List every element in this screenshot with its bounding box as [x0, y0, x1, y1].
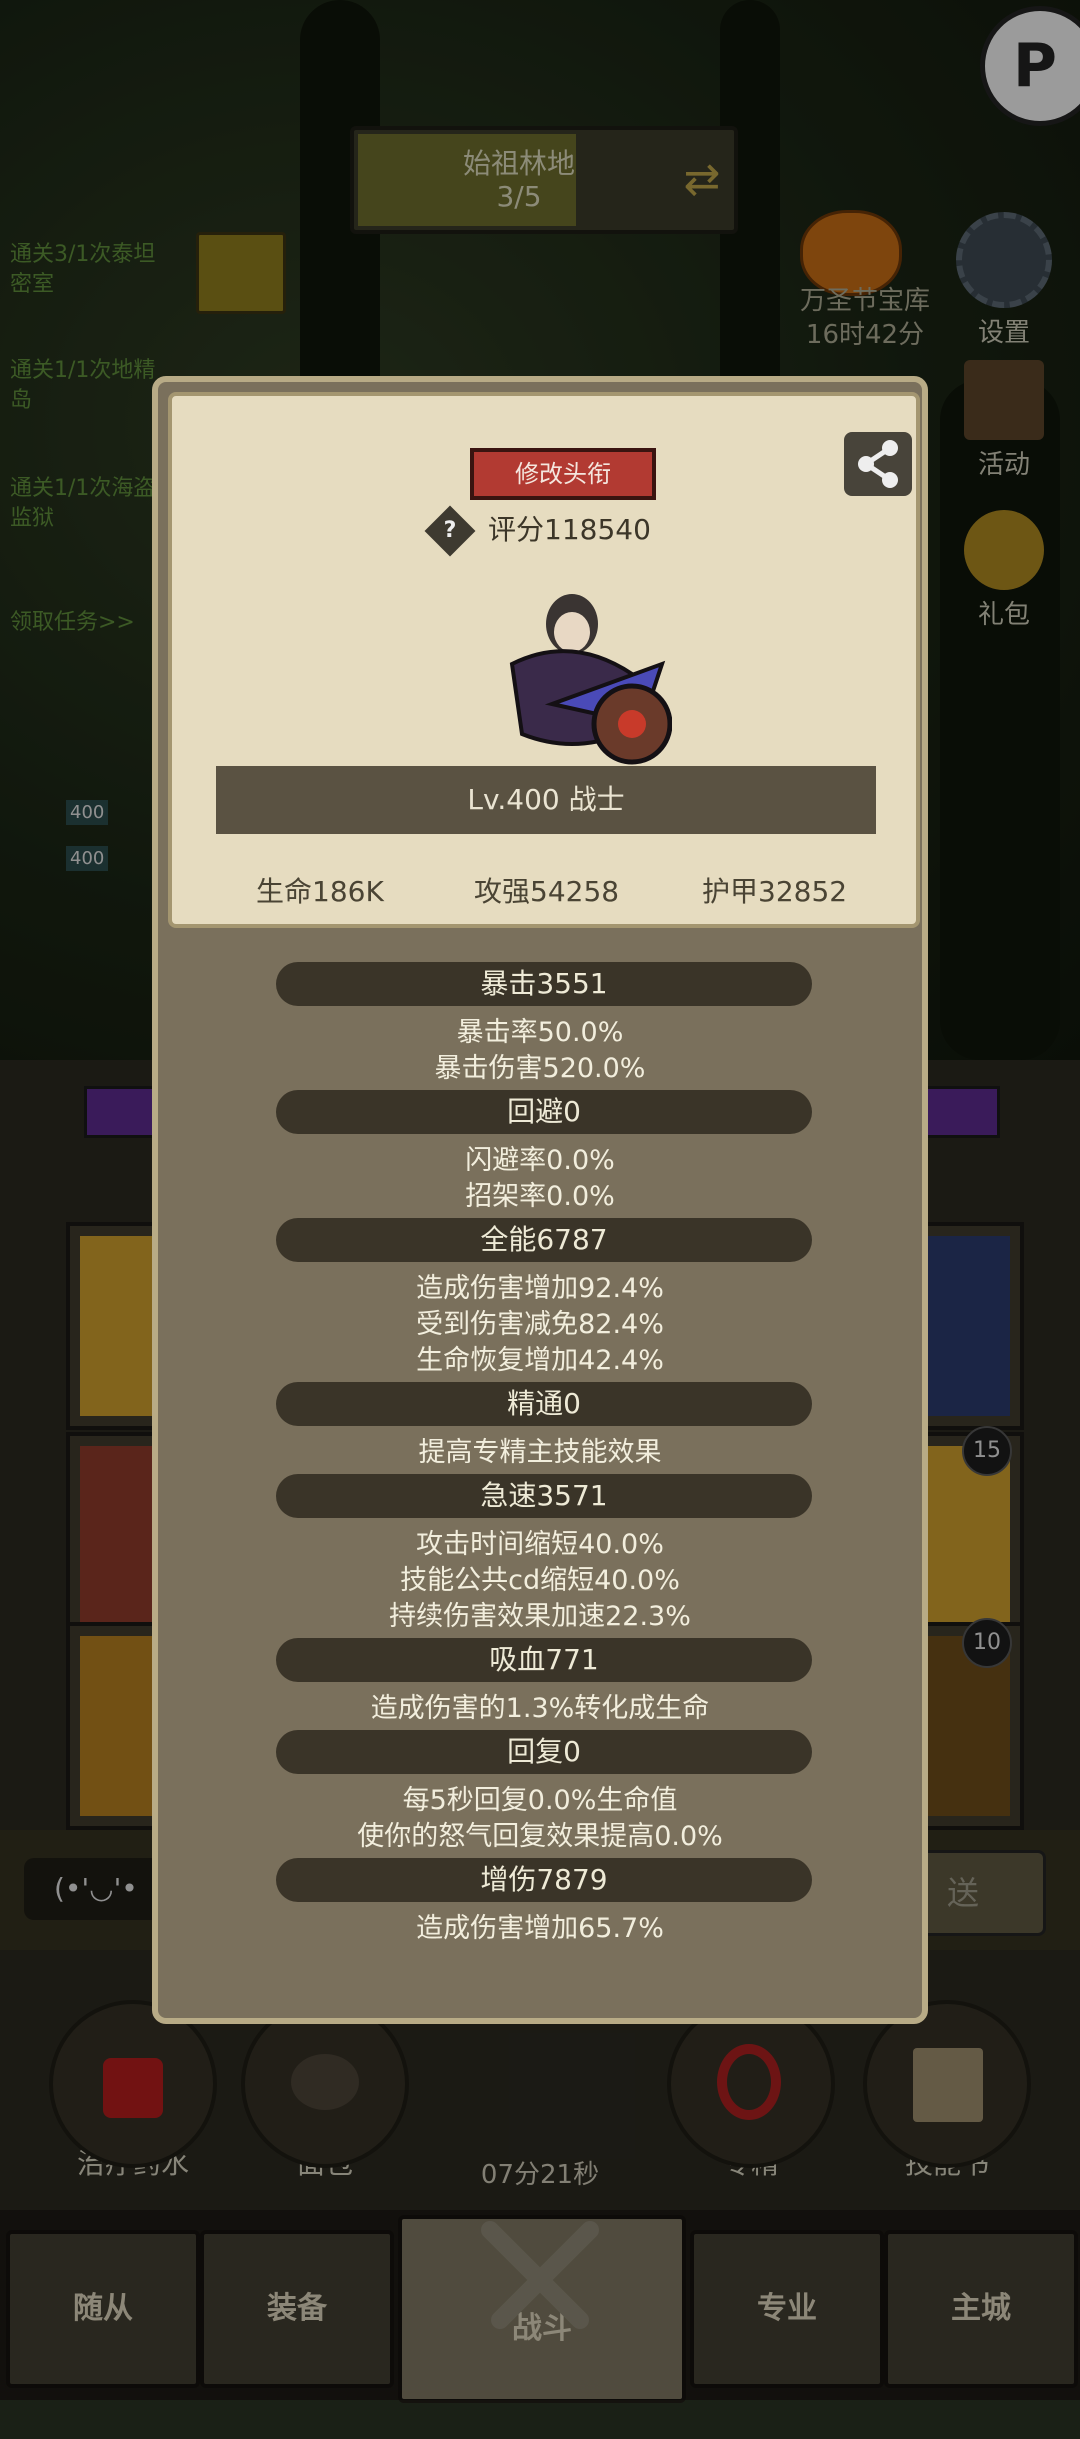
attribute-detail: 技能公共cd缩短40.0%	[400, 1565, 680, 1596]
share-icon	[858, 440, 898, 488]
attribute-detail: 暴击率50.0%	[456, 1017, 624, 1048]
attribute-detail: 受到伤害减免82.4%	[416, 1309, 664, 1340]
attribute-header-crit: 暴击3551	[276, 962, 812, 1006]
attribute-detail: 造成伤害的1.3%转化成生命	[370, 1693, 710, 1724]
score-row: ? 评分118540	[424, 505, 651, 557]
share-button[interactable]	[844, 432, 912, 496]
attribute-detail: 招架率0.0%	[465, 1181, 615, 1212]
attribute-detail: 暴击伤害520.0%	[434, 1053, 646, 1084]
help-icon[interactable]: ?	[424, 505, 476, 557]
attribute-detail: 提高专精主技能效果	[418, 1437, 662, 1468]
attribute-header-lifesteal: 吸血771	[276, 1638, 812, 1682]
attribute-header-avoidance: 回避0	[276, 1090, 812, 1134]
attribute-header-mastery: 精通0	[276, 1382, 812, 1426]
attack-power-stat: 攻强54258	[474, 875, 620, 908]
attribute-detail: 攻击时间缩短40.0%	[416, 1529, 664, 1560]
attribute-detail: 持续伤害效果加速22.3%	[389, 1601, 691, 1632]
attribute-detail: 造成伤害增加92.4%	[416, 1273, 664, 1304]
attribute-detail: 使你的怒气回复效果提高0.0%	[357, 1821, 723, 1852]
attribute-detail: 生命恢复增加42.4%	[416, 1345, 664, 1376]
armor-stat: 护甲32852	[702, 875, 848, 908]
attribute-header-damage-bonus: 增伤7879	[276, 1858, 812, 1902]
level-class-bar: Lv.400 战士	[216, 766, 876, 834]
attribute-detail: 每5秒回复0.0%生命值	[402, 1785, 678, 1816]
character-stats-panel: 修改头衔 ? 评分118540 Lv.400 战士 生命186K 攻强54258 …	[152, 376, 928, 2024]
attribute-header-regen: 回复0	[276, 1730, 812, 1774]
attribute-detail: 造成伤害增加65.7%	[416, 1913, 664, 1944]
attribute-detail: 闪避率0.0%	[465, 1145, 615, 1176]
attribute-header-versatility: 全能6787	[276, 1218, 812, 1262]
score-value: 评分118540	[488, 513, 651, 546]
character-avatar	[509, 594, 672, 765]
health-stat: 生命186K	[256, 875, 384, 908]
character-card: 修改头衔 ? 评分118540 Lv.400 战士 生命186K 攻强54258 …	[168, 392, 920, 928]
attribute-header-haste: 急速3571	[276, 1474, 812, 1518]
edit-title-button[interactable]: 修改头衔	[470, 448, 656, 500]
